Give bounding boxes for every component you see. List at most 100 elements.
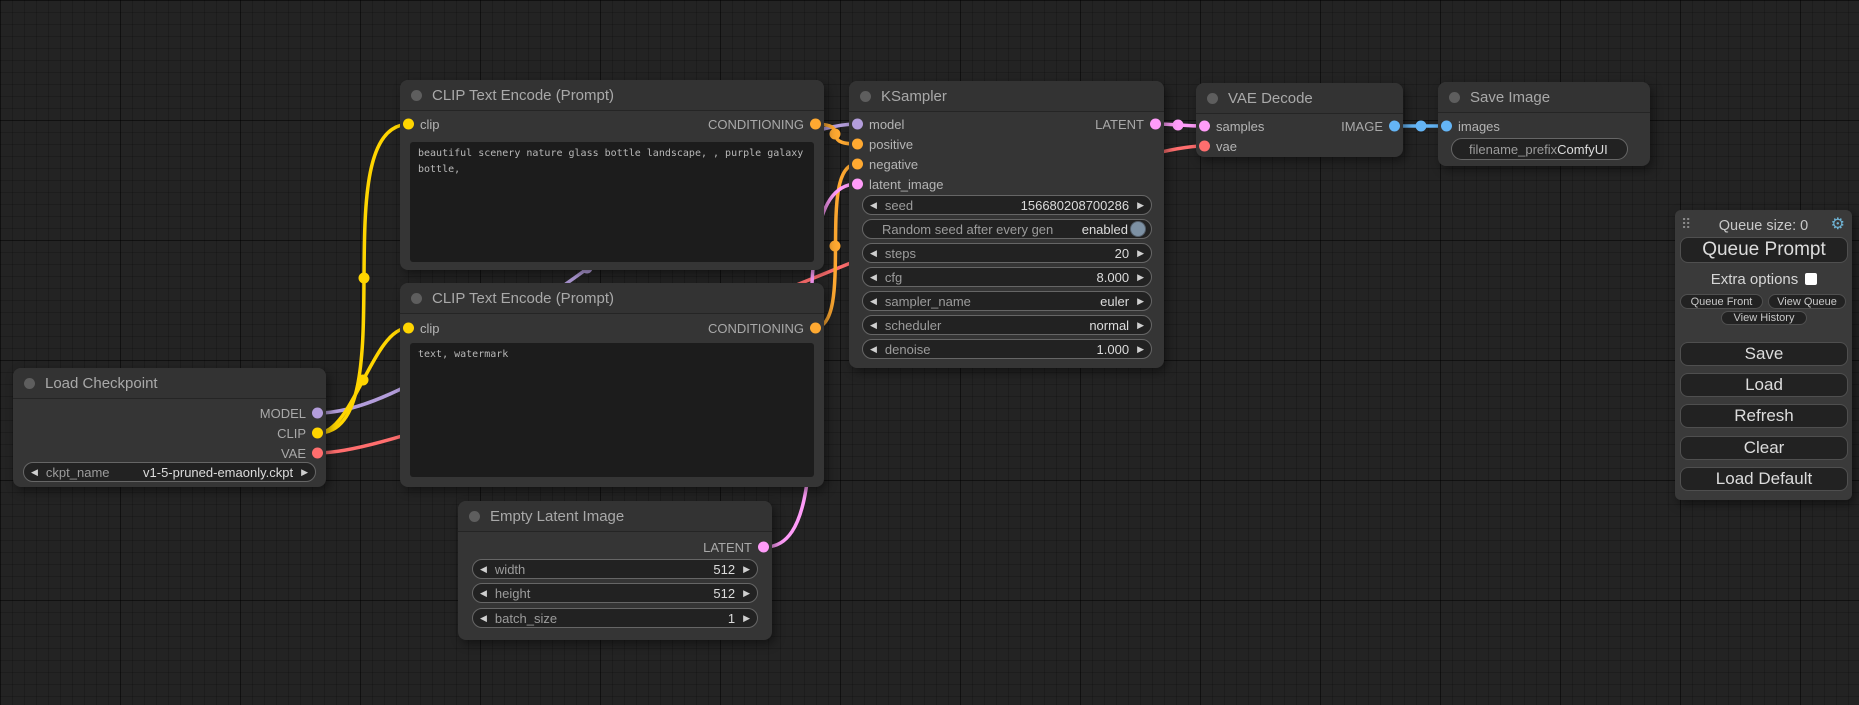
node-title: CLIP Text Encode (Prompt) (432, 290, 614, 307)
decrement-arrow-icon[interactable]: ◀ (480, 614, 487, 623)
input-label: clip (420, 117, 440, 132)
decrement-arrow-icon[interactable]: ◀ (870, 345, 877, 354)
link-dot[interactable] (359, 273, 370, 284)
node-title-bar[interactable]: Empty Latent Image (458, 501, 772, 531)
node-ksampler[interactable]: KSampler model LATENT positive negative … (849, 81, 1164, 368)
output-port-vae[interactable] (312, 448, 323, 459)
view-history-button[interactable]: View History (1721, 311, 1807, 325)
node-clip-text-encode-negative[interactable]: CLIP Text Encode (Prompt) clip CONDITION… (400, 283, 824, 487)
increment-arrow-icon[interactable]: ▶ (1137, 249, 1144, 258)
seed-widget[interactable]: ◀ seed 156680208700286 ▶ (862, 195, 1152, 215)
input-label: images (1458, 119, 1500, 134)
height-widget[interactable]: ◀ height 512 ▶ (472, 583, 758, 603)
decrement-arrow-icon[interactable]: ◀ (31, 468, 38, 477)
node-title-bar[interactable]: Load Checkpoint (13, 368, 326, 398)
collapse-dot-icon[interactable] (411, 90, 422, 101)
clear-button[interactable]: Clear (1680, 436, 1848, 460)
node-title-bar[interactable]: Save Image (1438, 82, 1650, 112)
link-dot[interactable] (1173, 120, 1184, 131)
prompt-textarea[interactable]: beautiful scenery nature glass bottle la… (410, 142, 814, 262)
denoise-widget[interactable]: ◀ denoise 1.000 ▶ (862, 339, 1152, 359)
width-widget[interactable]: ◀ width 512 ▶ (472, 559, 758, 579)
load-default-button[interactable]: Load Default (1680, 467, 1848, 491)
input-port-clip[interactable] (403, 119, 414, 130)
input-port-negative[interactable] (852, 159, 863, 170)
input-port-samples[interactable] (1199, 121, 1210, 132)
node-vae-decode[interactable]: VAE Decode samples IMAGE vae (1196, 83, 1403, 157)
input-label: negative (869, 157, 918, 172)
decrement-arrow-icon[interactable]: ◀ (870, 297, 877, 306)
node-title-bar[interactable]: CLIP Text Encode (Prompt) (400, 283, 824, 313)
collapse-dot-icon[interactable] (24, 378, 35, 389)
increment-arrow-icon[interactable]: ▶ (743, 614, 750, 623)
output-port-latent[interactable] (758, 542, 769, 553)
input-port-latent-image[interactable] (852, 179, 863, 190)
input-port-model[interactable] (852, 119, 863, 130)
link-dot[interactable] (830, 129, 841, 140)
increment-arrow-icon[interactable]: ▶ (743, 589, 750, 598)
steps-widget[interactable]: ◀ steps 20 ▶ (862, 243, 1152, 263)
increment-arrow-icon[interactable]: ▶ (1137, 345, 1144, 354)
widget-value: v1-5-pruned-emaonly.ckpt (143, 465, 293, 480)
toggle-ball-icon[interactable] (1130, 221, 1146, 237)
link-dot[interactable] (358, 375, 369, 386)
decrement-arrow-icon[interactable]: ◀ (870, 273, 877, 282)
decrement-arrow-icon[interactable]: ◀ (870, 321, 877, 330)
decrement-arrow-icon[interactable]: ◀ (870, 201, 877, 210)
output-port-clip[interactable] (312, 428, 323, 439)
widget-name: steps (885, 246, 916, 261)
scheduler-widget[interactable]: ◀ scheduler normal ▶ (862, 315, 1152, 335)
batch-size-widget[interactable]: ◀ batch_size 1 ▶ (472, 608, 758, 628)
filename-prefix-widget[interactable]: filename_prefix ComfyUI (1451, 138, 1628, 160)
decrement-arrow-icon[interactable]: ◀ (480, 565, 487, 574)
decrement-arrow-icon[interactable]: ◀ (870, 249, 877, 258)
input-port-positive[interactable] (852, 139, 863, 150)
input-label: latent_image (869, 177, 943, 192)
node-empty-latent-image[interactable]: Empty Latent Image LATENT ◀ width 512 ▶ … (458, 501, 772, 640)
increment-arrow-icon[interactable]: ▶ (301, 468, 308, 477)
node-clip-text-encode-positive[interactable]: CLIP Text Encode (Prompt) clip CONDITION… (400, 80, 824, 270)
refresh-button[interactable]: Refresh (1680, 404, 1848, 428)
collapse-dot-icon[interactable] (1207, 93, 1218, 104)
extra-options-checkbox[interactable] (1805, 273, 1817, 285)
ckpt-name-widget[interactable]: ◀ ckpt_name v1-5-pruned-emaonly.ckpt ▶ (23, 462, 316, 482)
output-port-image[interactable] (1389, 121, 1400, 132)
queue-prompt-button[interactable]: Queue Prompt (1680, 237, 1848, 263)
link-dot[interactable] (1416, 121, 1427, 132)
input-port-images[interactable] (1441, 121, 1452, 132)
queue-front-button[interactable]: Queue Front (1680, 294, 1763, 309)
node-title-bar[interactable]: KSampler (849, 81, 1164, 111)
node-save-image[interactable]: Save Image images filename_prefix ComfyU… (1438, 82, 1650, 166)
collapse-dot-icon[interactable] (469, 511, 480, 522)
node-load-checkpoint[interactable]: Load Checkpoint MODEL CLIP VAE ◀ ckpt_na… (13, 368, 326, 487)
output-port-conditioning[interactable] (810, 119, 821, 130)
cfg-widget[interactable]: ◀ cfg 8.000 ▶ (862, 267, 1152, 287)
increment-arrow-icon[interactable]: ▶ (1137, 297, 1144, 306)
output-label: CONDITIONING (708, 321, 804, 336)
control-panel[interactable]: ⠿ Queue size: 0 ⚙ Queue Prompt Extra opt… (1675, 210, 1852, 500)
node-title-bar[interactable]: CLIP Text Encode (Prompt) (400, 80, 824, 110)
output-port-latent[interactable] (1150, 119, 1161, 130)
random-seed-toggle-widget[interactable]: Random seed after every gen enabled (862, 219, 1152, 239)
load-button[interactable]: Load (1680, 373, 1848, 397)
settings-gear-icon[interactable]: ⚙ (1831, 214, 1845, 234)
collapse-dot-icon[interactable] (1449, 92, 1460, 103)
output-port-model[interactable] (312, 408, 323, 419)
view-queue-button[interactable]: View Queue (1768, 294, 1846, 309)
node-title-bar[interactable]: VAE Decode (1196, 83, 1403, 113)
increment-arrow-icon[interactable]: ▶ (1137, 321, 1144, 330)
collapse-dot-icon[interactable] (860, 91, 871, 102)
collapse-dot-icon[interactable] (411, 293, 422, 304)
decrement-arrow-icon[interactable]: ◀ (480, 589, 487, 598)
input-port-clip[interactable] (403, 323, 414, 334)
increment-arrow-icon[interactable]: ▶ (743, 565, 750, 574)
link-dot[interactable] (830, 241, 841, 252)
save-button[interactable]: Save (1680, 342, 1848, 366)
increment-arrow-icon[interactable]: ▶ (1137, 201, 1144, 210)
widget-name: seed (885, 198, 913, 213)
output-port-conditioning[interactable] (810, 323, 821, 334)
sampler-name-widget[interactable]: ◀ sampler_name euler ▶ (862, 291, 1152, 311)
input-port-vae[interactable] (1199, 141, 1210, 152)
increment-arrow-icon[interactable]: ▶ (1137, 273, 1144, 282)
prompt-textarea[interactable]: text, watermark (410, 343, 814, 477)
